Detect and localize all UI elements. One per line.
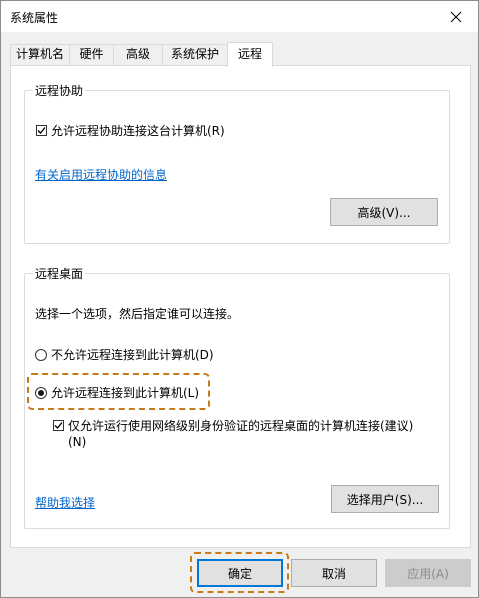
- cancel-button[interactable]: 取消: [291, 559, 377, 587]
- select-users-button[interactable]: 选择用户(S)...: [331, 485, 439, 513]
- allow-remote-connection-label: 允许远程连接到此计算机(L): [51, 386, 200, 400]
- checkbox-box[interactable]: [53, 420, 64, 431]
- radio-circle-selected[interactable]: [35, 386, 47, 399]
- remote-assistance-title: 远程协助: [33, 82, 86, 99]
- remote-assistance-info-link[interactable]: 有关启用远程协助的信息: [35, 166, 167, 183]
- remote-desktop-instruction: 选择一个选项，然后指定谁可以连接。: [35, 307, 240, 321]
- tab-system-protection[interactable]: 系统保护: [162, 44, 228, 65]
- tab-computer-name[interactable]: 计算机名: [10, 44, 70, 65]
- system-properties-window: 系统属性 计算机名 硬件 高级 系统保护 远程 远程协助 允许远程协助连接这台计…: [0, 0, 479, 598]
- title-bar: 系统属性: [1, 1, 478, 32]
- checkmark-icon: [37, 127, 46, 134]
- nla-only-checkbox[interactable]: 仅允许运行使用网络级别身份验证的远程桌面的计算机连接(建议) (N): [53, 418, 438, 450]
- nla-label-line2: (N): [68, 435, 87, 449]
- allow-remote-connection-radio[interactable]: 允许远程连接到此计算机(L): [35, 384, 199, 401]
- remote-desktop-group: 远程桌面 选择一个选项，然后指定谁可以连接。 不允许远程连接到此计算机(D) 允…: [24, 265, 450, 529]
- deny-remote-connection-label: 不允许远程连接到此计算机(D): [51, 348, 214, 362]
- tab-advanced[interactable]: 高级: [113, 44, 163, 65]
- checkbox-box[interactable]: [36, 125, 47, 136]
- nla-label-line1: 仅允许运行使用网络级别身份验证的远程桌面的计算机连接(建议): [68, 419, 414, 433]
- remote-desktop-title: 远程桌面: [33, 265, 86, 282]
- checkmark-icon: [54, 422, 63, 429]
- close-icon: [450, 11, 462, 22]
- close-button[interactable]: [434, 1, 478, 32]
- radio-dot-icon: [38, 389, 44, 396]
- help-me-choose-link[interactable]: 帮助我选择: [35, 494, 95, 511]
- window-title: 系统属性: [10, 11, 59, 25]
- deny-remote-connection-radio[interactable]: 不允许远程连接到此计算机(D): [35, 346, 214, 363]
- tab-hardware[interactable]: 硬件: [69, 44, 114, 65]
- radio-circle[interactable]: [35, 348, 47, 361]
- remote-assistance-group: 远程协助 允许远程协助连接这台计算机(R) 有关启用远程协助的信息 高级(V).…: [24, 82, 450, 244]
- apply-button[interactable]: 应用(A): [385, 559, 471, 587]
- ok-button[interactable]: 确定: [197, 559, 283, 587]
- tab-panel-remote: 远程协助 允许远程协助连接这台计算机(R) 有关启用远程协助的信息 高级(V).…: [10, 65, 471, 548]
- advanced-button[interactable]: 高级(V)...: [330, 198, 438, 226]
- nla-only-label: 仅允许运行使用网络级别身份验证的远程桌面的计算机连接(建议) (N): [68, 418, 438, 450]
- allow-remote-assistance-label: 允许远程协助连接这台计算机(R): [51, 124, 225, 138]
- allow-remote-assistance-checkbox[interactable]: 允许远程协助连接这台计算机(R): [36, 122, 225, 139]
- tab-remote[interactable]: 远程: [227, 42, 273, 67]
